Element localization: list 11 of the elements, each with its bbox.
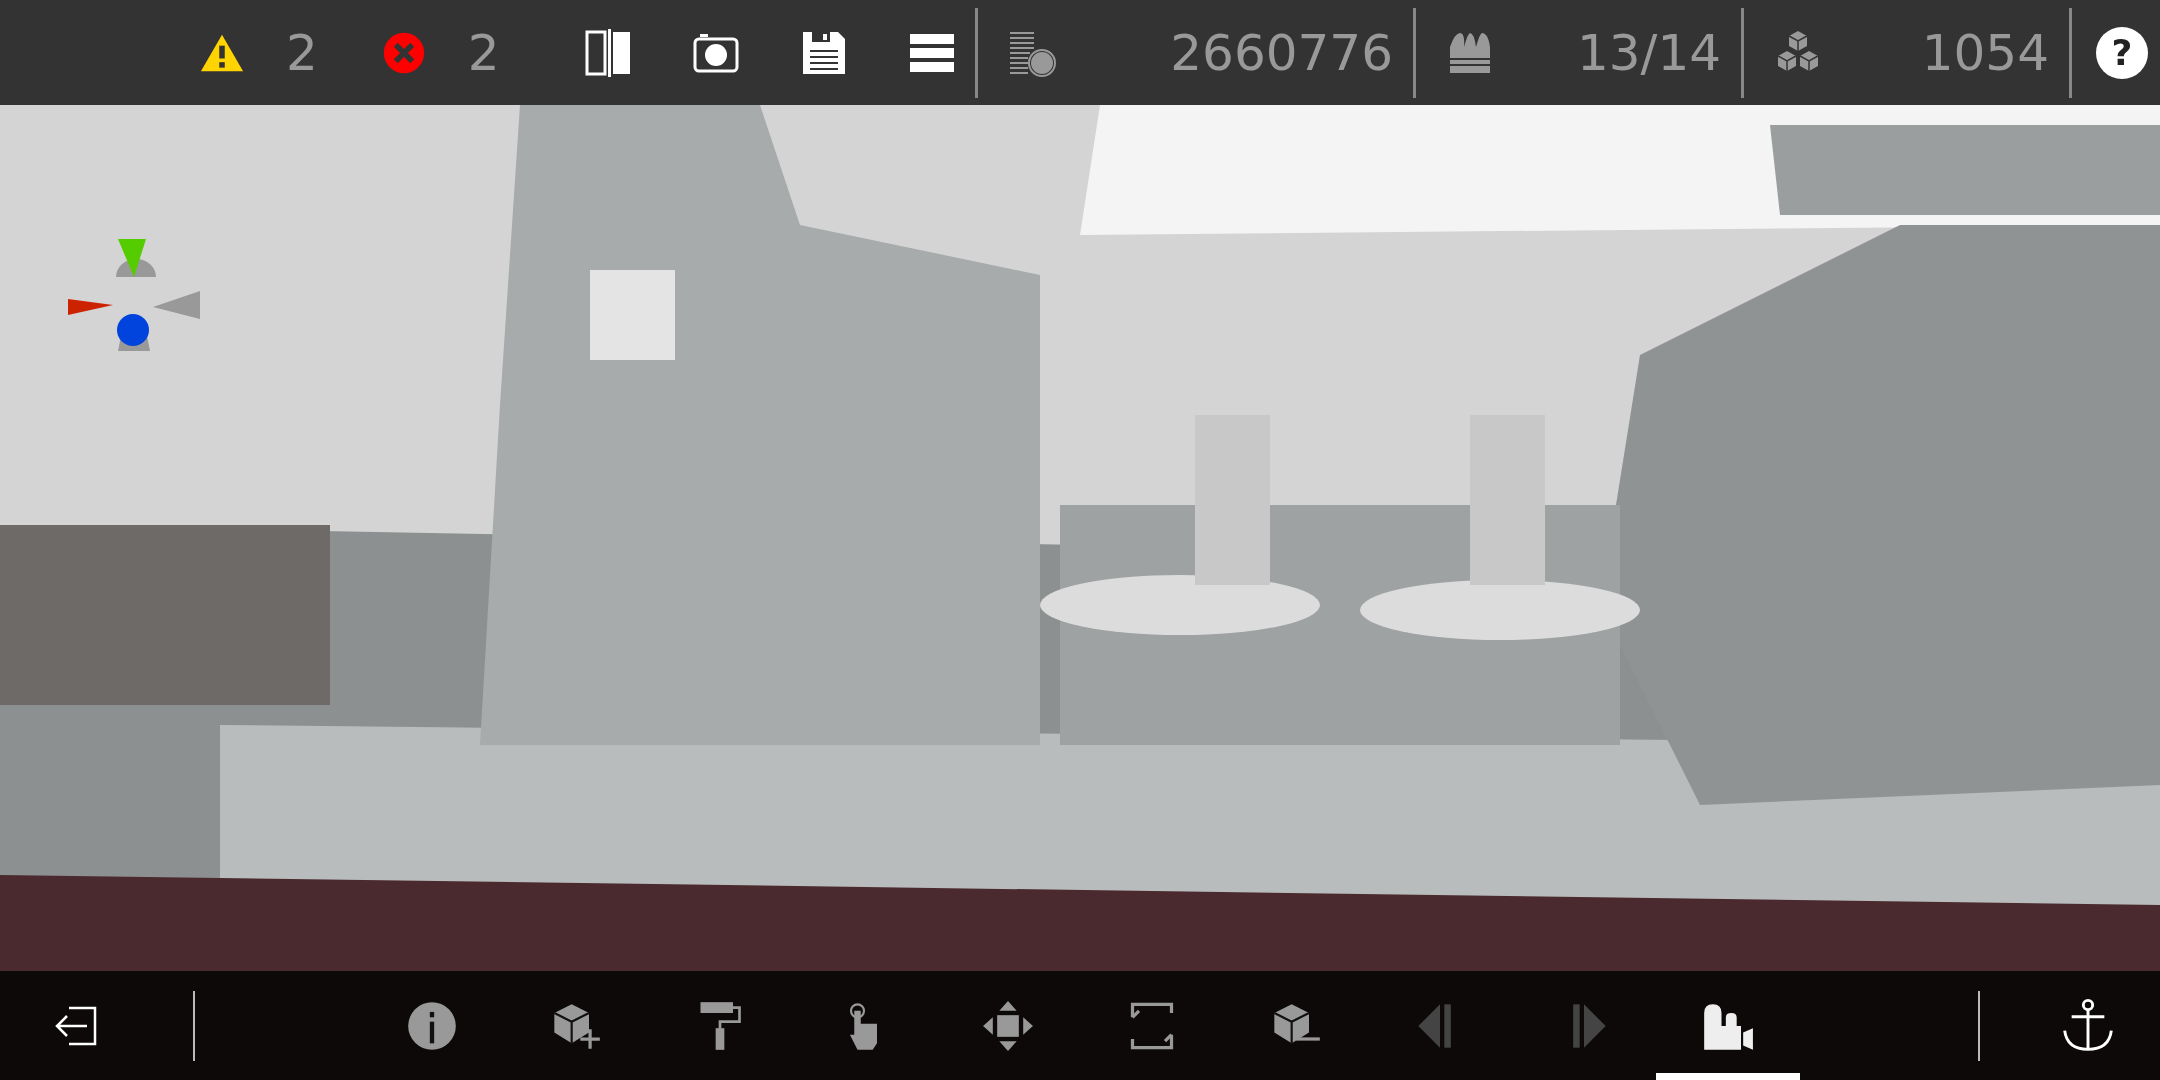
- stat-value: 2660776: [1170, 27, 1393, 78]
- split-view-icon[interactable]: [583, 28, 632, 77]
- info-icon[interactable]: [406, 999, 458, 1052]
- move-arrows-icon[interactable]: [982, 999, 1034, 1052]
- count-text: 2: [467, 27, 500, 78]
- anchor-icon[interactable]: [2060, 997, 2116, 1054]
- help-button[interactable]: ?: [2096, 26, 2148, 79]
- error-icon[interactable]: [381, 30, 426, 75]
- count-text: 2: [286, 27, 318, 78]
- stat-value: 1054: [1921, 27, 2049, 78]
- stat-value: 13/14: [1576, 27, 1721, 78]
